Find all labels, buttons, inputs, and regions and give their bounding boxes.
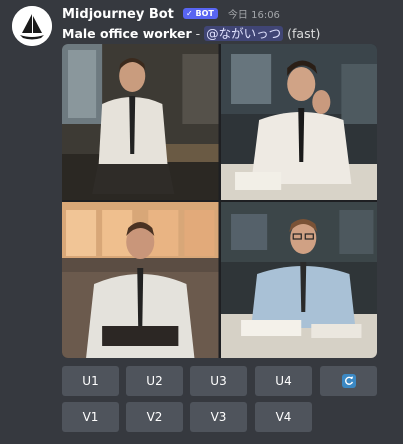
separator: -	[191, 26, 205, 41]
variation-1-button[interactable]: V1	[62, 402, 119, 432]
timestamp: 今日 16:06	[227, 10, 280, 21]
author-name[interactable]: Midjourney Bot	[62, 7, 174, 22]
image-tile-4	[220, 202, 377, 358]
image-tile-3	[62, 202, 219, 358]
image-tile-1	[62, 44, 219, 200]
mode-text: (fast)	[283, 26, 321, 41]
message-header: Midjourney Bot ✓ BOT 今日 16:06	[62, 3, 280, 22]
reroll-button[interactable]	[320, 366, 377, 396]
bot-badge: ✓ BOT	[182, 8, 218, 19]
prompt-text: Male office worker	[62, 26, 192, 41]
chat-message: Midjourney Bot ✓ BOT 今日 16:06 Male offic…	[0, 0, 403, 444]
variation-3-button[interactable]: V3	[190, 402, 247, 432]
upscale-1-button[interactable]: U1	[62, 366, 119, 396]
upscale-4-button[interactable]: U4	[255, 366, 312, 396]
user-mention[interactable]: @ながいっつ	[204, 26, 284, 41]
variation-2-button[interactable]: V2	[126, 402, 183, 432]
refresh-icon	[341, 374, 356, 388]
image-tile-2	[220, 44, 377, 200]
bot-avatar[interactable]	[12, 6, 52, 46]
image-grid[interactable]	[62, 44, 377, 358]
message-content: Male office worker - @ながいっつ (fast)	[62, 23, 320, 42]
variation-4-button[interactable]: V4	[255, 402, 312, 432]
upscale-2-button[interactable]: U2	[126, 366, 183, 396]
upscale-3-button[interactable]: U3	[190, 366, 247, 396]
